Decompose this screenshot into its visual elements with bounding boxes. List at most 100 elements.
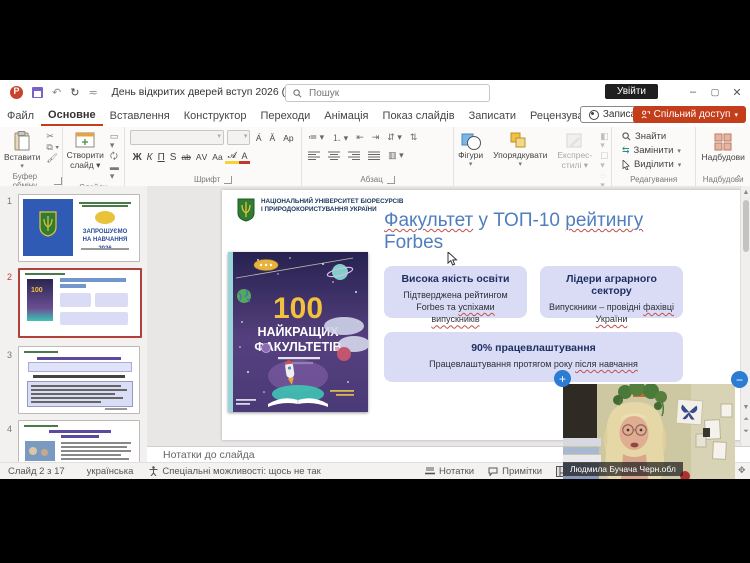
highlight-color-button[interactable]: 𝓐 [225,150,239,164]
thumb-number: 4 [7,424,12,434]
clipboard-dialog-launcher[interactable] [54,177,62,185]
replace-button[interactable]: ⇆ Замінити▾ [622,145,681,156]
search-input[interactable] [307,87,461,100]
copy-icon[interactable]: ⧉ ▾ [46,143,59,152]
line-spacing-button[interactable]: ⇵ ▾ [387,132,402,143]
scroll-down-icon[interactable]: ▼ [741,404,750,411]
strikethrough-button[interactable]: ab [179,152,193,162]
slide-counter[interactable]: Слайд 2 з 17 [8,466,65,477]
share-button[interactable]: Спільний доступ ▾ [633,106,746,123]
tab-home[interactable]: Основне [41,106,103,126]
slide-thumbnail-3[interactable] [18,346,140,414]
new-slide-button[interactable]: Створитислайд ▾ [63,130,108,172]
thumb-number: 1 [7,196,12,206]
vertical-scrollbar[interactable]: ▲ ▼ ⏶ ⏷ [740,186,750,446]
numbering-button[interactable]: ⒈ ▾ [332,131,348,144]
minimize-button[interactable]: – [682,80,704,104]
search-box[interactable] [285,84,490,102]
close-button[interactable]: ✕ [726,80,748,104]
powerpoint-icon[interactable] [10,86,23,99]
customize-qat-icon[interactable]: ≂ [88,86,97,99]
paragraph-dialog-launcher[interactable] [387,176,395,184]
title-line2-forbes: Forbes [384,232,724,254]
cut-icon[interactable]: ✂ [46,132,59,141]
increase-indent-button[interactable]: ⇥ [372,132,380,143]
info-card-employment[interactable]: 90% працевлаштування Працевлаштування пр… [384,332,683,382]
notes-toggle-button[interactable]: Нотатки [425,466,474,477]
tab-file[interactable]: Файл [0,107,41,125]
tab-slideshow[interactable]: Показ слайдів [376,107,462,125]
title-word-faculty: Факультет [384,210,473,231]
clear-formatting-button[interactable]: Ар [281,133,296,143]
thumb-number: 3 [7,350,12,360]
comments-toggle-button[interactable]: Примітки [488,466,542,477]
slide-thumbnail-panel: 1 ЗАПРОШУЄМО НА НАВЧАННЯ 2026 2 100 [0,186,148,462]
text-shadow-button[interactable]: S [167,152,179,163]
bold-button[interactable]: Ж [130,152,144,163]
slide-thumbnail-2-selected[interactable]: 100 [18,268,142,338]
bullets-button[interactable]: ≔ ▾ [308,132,324,143]
addins-button[interactable]: Надбудови [697,130,748,164]
save-icon[interactable] [32,87,43,98]
columns-button[interactable]: ▥ ▾ [388,150,404,161]
font-dialog-launcher[interactable] [224,176,232,184]
paste-button[interactable]: Вставити▾ [0,130,44,172]
character-spacing-button[interactable]: АV [193,152,209,162]
slide-title[interactable]: Факультет у ТОП-10 рейтингу Forbes [384,210,724,255]
shape-fill-icon[interactable]: ◧ ▾ [600,132,609,150]
text-direction-button[interactable]: ⇅ [410,132,418,143]
annotation-minus-button[interactable]: − [731,371,748,388]
annotation-plus-button[interactable]: + [554,370,571,387]
tab-insert[interactable]: Вставлення [103,107,177,125]
scroll-up-icon[interactable]: ▲ [741,189,750,196]
accessibility-status[interactable]: Спеціальні можливості: щось не так [149,466,320,477]
section-icon[interactable]: ▬ ▾ [110,163,122,181]
move-handle-icon[interactable]: ✥ [738,465,746,476]
next-slide-icon[interactable]: ⏷ [741,428,750,435]
previous-slide-icon[interactable]: ⏶ [741,416,750,423]
collapse-ribbon-icon[interactable]: ⌃ [735,174,742,183]
sign-in-button[interactable]: Увійти [605,84,658,99]
arrange-button[interactable]: Упорядкувати▾ [489,130,551,170]
slide-thumbnail-1[interactable]: ЗАПРОШУЄМО НА НАВЧАННЯ 2026 [18,194,140,262]
underline-button[interactable]: П [155,152,167,163]
scrollbar-thumb[interactable] [743,200,749,252]
tab-transitions[interactable]: Переходи [253,107,317,125]
font-name-select[interactable] [130,130,224,145]
align-center-button[interactable] [328,151,340,160]
tab-animations[interactable]: Анімація [317,107,375,125]
italic-button[interactable]: К [144,152,155,163]
quick-styles-icon [564,131,586,151]
change-case-button[interactable]: Аа [210,152,226,162]
language-indicator[interactable]: українська [87,466,134,477]
webcam-video[interactable]: Людмила Бучача Черн.обл [563,384,735,479]
find-button[interactable]: Знайти [622,131,666,142]
notes-pane-label: Нотатки до слайда [163,449,255,461]
slide-layout-icon[interactable]: ▭ ▾ [110,132,122,150]
info-card-quality[interactable]: Висока якість освіти Підтверджена рейтин… [384,266,527,318]
align-right-button[interactable] [348,151,360,160]
shapes-button[interactable]: Фігури▾ [454,130,487,170]
tab-record[interactable]: Записати [462,107,523,125]
info-card-leaders[interactable]: Лідери аграрного сектору Випускники – пр… [540,266,683,318]
format-painter-icon[interactable]: 🖌 [46,154,59,163]
quick-styles-button[interactable]: Експрес-стилі ▾ [553,130,596,172]
undo-icon[interactable]: ↶ [52,86,61,99]
justify-button[interactable] [368,151,380,160]
shrink-font-button[interactable]: А̌ [267,133,278,143]
grow-font-button[interactable]: А́ [253,133,264,143]
reset-slide-icon[interactable]: 🗘 [110,152,122,161]
logo-text-line1: НАЦІОНАЛЬНИЙ УНІВЕРСИТЕТ БІОРЕСУРСІВ [261,198,403,206]
maximize-button[interactable]: ▢ [704,80,726,104]
align-left-button[interactable] [308,151,320,160]
decrease-indent-button[interactable]: ⇤ [356,132,364,143]
shape-outline-icon[interactable]: ☐ ▾ [600,152,609,170]
slide-thumbnail-4[interactable] [18,420,140,462]
font-color-button[interactable]: А [239,151,250,164]
redo-icon[interactable]: ↻ [70,86,79,99]
notes-icon [425,467,435,475]
tab-design[interactable]: Конструктор [177,107,254,125]
font-size-select[interactable] [227,130,250,145]
magazine-cover-image[interactable]: 100 НАЙКРАЩИХ ФАКУЛЬТЕТІВ [228,252,368,412]
select-button[interactable]: Виділити▾ [622,159,681,170]
